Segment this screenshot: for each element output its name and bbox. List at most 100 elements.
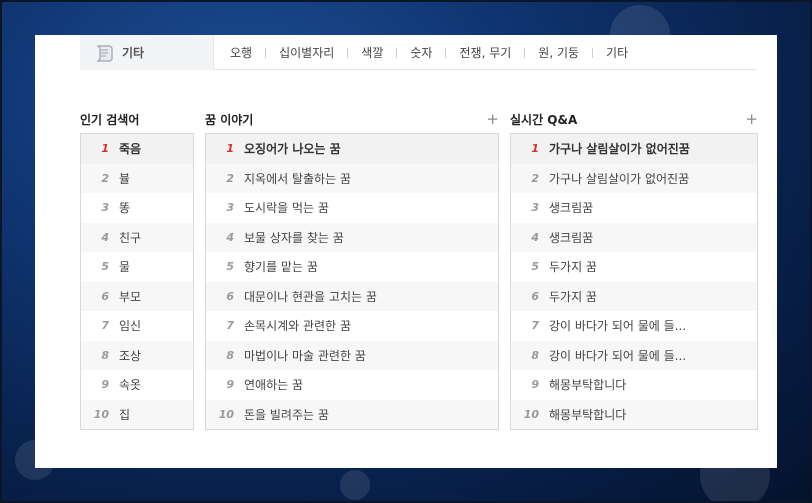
category-current-label: 기타 — [122, 46, 145, 60]
item-text: 연애하는 꿈 — [244, 378, 304, 393]
list-item[interactable]: 8 조상 — [81, 340, 193, 370]
divider — [396, 47, 398, 58]
rank-number: 8 — [226, 348, 234, 362]
rank-number: 2 — [226, 171, 234, 185]
list-item[interactable]: 6 부모 — [81, 281, 193, 311]
popular-searches-section: 인기 검색어 1 죽음 2뷸 3똥 4 친구 5물 6 부모 7 임신 8 조상 9 속옷 … — [80, 105, 194, 430]
list-item[interactable]: 9 연애하는 꿈 — [206, 370, 498, 400]
list-item[interactable]: 1 오징어가 나오는 꿈 — [206, 134, 498, 164]
list-item[interactable]: 1 죽음 — [81, 134, 193, 164]
category-link-number[interactable]: 숫자 — [410, 44, 432, 61]
rank-number: 9 — [101, 378, 109, 392]
list-item[interactable]: 8 강이 바다가 되어 물에 들... — [511, 340, 757, 370]
item-text: 해몽부탁합니다 — [549, 407, 627, 422]
rank-number: 8 — [531, 348, 539, 362]
category-links: 오행 십이별자리 색깔 숫자 전쟁, 무기 원, 기둥 기타 — [230, 35, 628, 70]
rank-number: 2 — [101, 171, 109, 185]
rank-number: 10 — [93, 407, 109, 421]
rank-number: 1 — [101, 142, 109, 156]
category-link-ohaeng[interactable]: 오행 — [230, 44, 252, 61]
list-item[interactable]: 2 가구나 살림살이가 없어진꿈 — [511, 163, 757, 193]
rank-number: 4 — [101, 230, 109, 244]
list-item[interactable]: 4 친구 — [81, 222, 193, 252]
item-text: 대문이나 현관을 고치는 꿈 — [244, 289, 377, 304]
item-text: 물 — [119, 260, 131, 275]
list-item[interactable]: 9 속옷 — [81, 370, 193, 400]
list-item[interactable]: 5 향기를 맡는 꿈 — [206, 252, 498, 282]
item-text: 손목시계와 관련한 꿈 — [244, 319, 351, 334]
item-text: 해몽부탁합니다 — [549, 378, 627, 393]
rank-number: 5 — [101, 260, 109, 274]
popular-searches-title: 인기 검색어 — [80, 112, 140, 127]
realtime-qna-list: 1 가구나 살림살이가 없어진꿈 2 가구나 살림살이가 없어진꿈 3 생크림꿈 4생… — [510, 133, 758, 430]
list-item[interactable]: 3 생크림꿈 — [511, 193, 757, 223]
divider — [445, 47, 447, 58]
list-item[interactable]: 7 임신 — [81, 311, 193, 341]
list-item[interactable]: 7 손목시계와 관련한 꿈 — [206, 311, 498, 341]
rank-number: 6 — [101, 289, 109, 303]
realtime-qna-title: 실시간 Q&A — [510, 112, 578, 127]
rank-number: 7 — [101, 319, 109, 333]
rank-number: 7 — [226, 319, 234, 333]
rank-number: 10 — [523, 407, 539, 421]
rank-number: 9 — [531, 378, 539, 392]
rank-number: 7 — [531, 319, 539, 333]
list-item[interactable]: 10 집 — [81, 399, 193, 429]
background-bokeh — [340, 470, 370, 500]
item-text: 오징어가 나오는 꿈 — [244, 142, 341, 157]
rank-number: 1 — [531, 142, 539, 156]
item-text: 두가지 꿈 — [549, 260, 597, 275]
scroll-icon — [96, 44, 113, 62]
item-text: 속옷 — [119, 378, 142, 393]
divider — [592, 47, 594, 58]
item-text: 돈을 빌려주는 꿈 — [244, 407, 329, 422]
list-item[interactable]: 1 가구나 살림살이가 없어진꿈 — [511, 134, 757, 164]
list-item[interactable]: 5 두가지 꿈 — [511, 252, 757, 282]
list-item[interactable]: 8 마법이나 마술 관련한 꿈 — [206, 340, 498, 370]
rank-number: 3 — [531, 201, 539, 215]
dream-stories-more-button[interactable]: + — [486, 111, 499, 127]
category-link-war-weapon[interactable]: 전쟁, 무기 — [459, 44, 511, 61]
rank-number: 3 — [101, 201, 109, 215]
list-item[interactable]: 10 돈을 빌려주는 꿈 — [206, 399, 498, 429]
rank-number: 6 — [531, 289, 539, 303]
list-item[interactable]: 4 보물 상자를 찾는 꿈 — [206, 222, 498, 252]
item-text: 가구나 살림살이가 없어진꿈 — [549, 142, 690, 157]
list-item[interactable]: 9 해몽부탁합니다 — [511, 370, 757, 400]
category-link-zodiac[interactable]: 십이별자리 — [279, 44, 334, 61]
list-item[interactable]: 2뷸 — [81, 163, 193, 193]
divider — [347, 47, 349, 58]
category-link-color[interactable]: 색깔 — [361, 44, 383, 61]
item-text: 향기를 맡는 꿈 — [244, 260, 318, 275]
rank-number: 5 — [531, 260, 539, 274]
item-text: 생크림꿈 — [549, 230, 594, 245]
item-text: 보물 상자를 찾는 꿈 — [244, 230, 344, 245]
list-item[interactable]: 3똥 — [81, 193, 193, 223]
category-link-circle-pillar[interactable]: 원, 기둥 — [538, 44, 579, 61]
list-item[interactable]: 2 지옥에서 탈출하는 꿈 — [206, 163, 498, 193]
list-item[interactable]: 6 대문이나 현관을 고치는 꿈 — [206, 281, 498, 311]
list-item[interactable]: 4 생크림꿈 — [511, 222, 757, 252]
rank-number: 1 — [226, 142, 234, 156]
list-item[interactable]: 3 도시락을 먹는 꿈 — [206, 193, 498, 223]
list-item[interactable]: 7 강이 바다가 되어 물에 들... — [511, 311, 757, 341]
item-text: 지옥에서 탈출하는 꿈 — [244, 171, 351, 186]
realtime-qna-more-button[interactable]: + — [745, 111, 758, 127]
list-item[interactable]: 5물 — [81, 252, 193, 282]
divider — [265, 47, 267, 58]
dream-stories-section: 꿈 이야기 + 1 오징어가 나오는 꿈 2 지옥에서 탈출하는 꿈 3 도시락을 먹… — [205, 105, 499, 430]
item-text: 두가지 꿈 — [549, 289, 597, 304]
rank-number: 3 — [226, 201, 234, 215]
item-text: 마법이나 마술 관련한 꿈 — [244, 348, 366, 363]
category-link-etc[interactable]: 기타 — [606, 44, 628, 61]
divider — [524, 47, 526, 58]
list-item[interactable]: 10 해몽부탁합니다 — [511, 399, 757, 429]
list-item[interactable]: 6 두가지 꿈 — [511, 281, 757, 311]
rank-number: 4 — [531, 230, 539, 244]
dream-stories-list: 1 오징어가 나오는 꿈 2 지옥에서 탈출하는 꿈 3 도시락을 먹는 꿈 4 보물 … — [205, 133, 499, 430]
item-text: 강이 바다가 되어 물에 들... — [549, 348, 687, 363]
item-text: 뷸 — [119, 171, 131, 186]
category-current-tab[interactable]: 기타 — [80, 35, 214, 70]
item-text: 부모 — [119, 289, 142, 304]
rank-number: 8 — [101, 348, 109, 362]
